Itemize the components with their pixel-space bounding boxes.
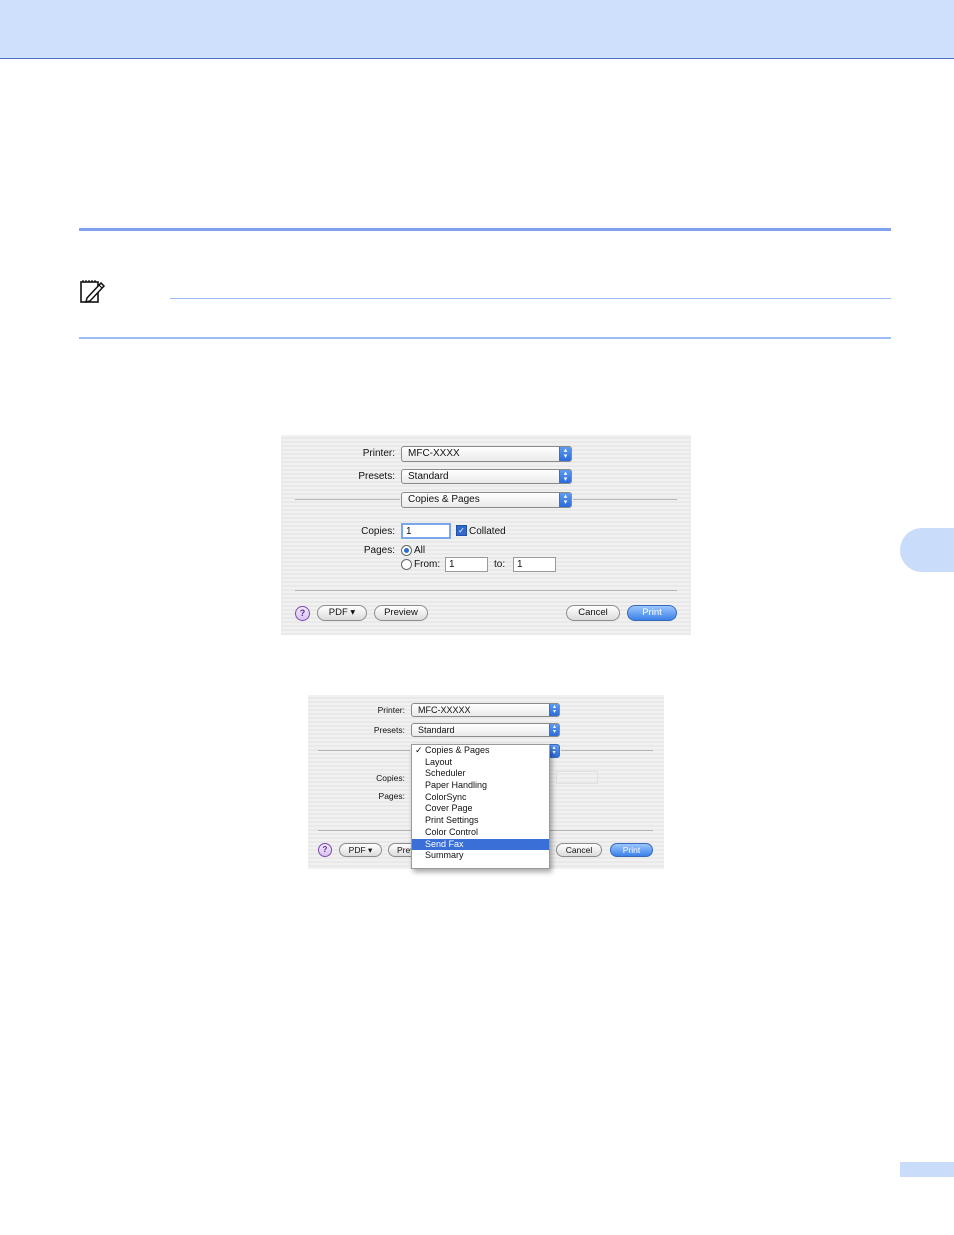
pages-all-radio[interactable]: [401, 545, 412, 556]
menu-item-color-control[interactable]: Color Control: [412, 827, 549, 839]
pane-separator-left: [318, 750, 410, 751]
checkmark-icon: ✓: [415, 745, 423, 755]
pdf-button[interactable]: PDF ▾: [339, 843, 382, 857]
printer-label: Printer:: [377, 705, 405, 715]
popup-arrows-icon: ▴ ▾: [559, 470, 571, 483]
presets-label: Presets:: [373, 725, 405, 735]
printer-popup[interactable]: MFC-XXXXX ▴ ▾: [411, 703, 560, 717]
printer-value: MFC-XXXX: [408, 448, 460, 459]
help-button[interactable]: ?: [295, 606, 310, 621]
note-pencil-icon: [80, 280, 106, 304]
cancel-button[interactable]: Cancel: [556, 843, 602, 857]
copies-label: Copies:: [361, 526, 395, 537]
print-button[interactable]: Print: [627, 605, 677, 621]
presets-label: Presets:: [358, 471, 395, 482]
help-button[interactable]: ?: [318, 843, 332, 857]
pages-all-label: All: [414, 545, 426, 556]
pages-to-field[interactable]: 1: [513, 557, 556, 572]
print-dialog-pane-menu: Printer: MFC-XXXXX ▴ ▾ Presets: Standard …: [308, 695, 664, 869]
collated-checkbox[interactable]: ✓: [456, 525, 467, 536]
note-rule: [170, 298, 891, 299]
menu-item-send-fax[interactable]: Send Fax: [412, 838, 549, 851]
popup-arrows-icon: ▴ ▾: [549, 704, 559, 716]
preview-button[interactable]: Preview: [374, 605, 428, 621]
menu-item-summary[interactable]: Summary: [412, 850, 549, 862]
page-header-band: [0, 0, 954, 59]
pages-from-field[interactable]: 1: [445, 557, 488, 572]
pages-from-radio[interactable]: [401, 559, 412, 570]
page-number-bar: [900, 1162, 954, 1177]
pane-menu: ✓ Copies & Pages Layout Scheduler Paper H…: [411, 744, 550, 869]
copies-label: Copies:: [376, 773, 405, 783]
cancel-button[interactable]: Cancel: [566, 605, 620, 621]
pane-separator-left: [295, 499, 400, 500]
note-end-rule: [79, 337, 891, 339]
menu-item-paper-handling[interactable]: Paper Handling: [412, 780, 549, 792]
menu-item-colorsync[interactable]: ColorSync: [412, 792, 549, 804]
menu-item-layout[interactable]: Layout: [412, 757, 549, 769]
menu-item-scheduler[interactable]: Scheduler: [412, 768, 549, 780]
pane-popup[interactable]: Copies & Pages ▴ ▾: [401, 492, 572, 508]
printer-popup[interactable]: MFC-XXXX ▴ ▾: [401, 446, 572, 462]
chapter-tab: [900, 528, 954, 572]
print-button[interactable]: Print: [610, 843, 653, 857]
faded-copies-field: [556, 771, 598, 784]
pane-separator-right: [561, 750, 653, 751]
collated-label: Collated: [469, 526, 506, 537]
presets-popup[interactable]: Standard ▴ ▾: [401, 469, 572, 484]
menu-item-print-settings[interactable]: Print Settings: [412, 815, 549, 827]
presets-popup[interactable]: Standard ▴ ▾: [411, 723, 560, 737]
pane-value: Copies & Pages: [408, 494, 480, 505]
popup-arrows-icon: ▴ ▾: [549, 724, 559, 736]
printer-value: MFC-XXXXX: [418, 705, 471, 715]
pages-label: Pages:: [378, 791, 405, 801]
pdf-button[interactable]: PDF ▾: [317, 605, 367, 621]
popup-arrows-icon: ▴ ▾: [559, 493, 571, 507]
print-dialog-copies-pages: Printer: MFC-XXXX ▴ ▾ Presets: Standard ▴…: [281, 435, 691, 635]
popup-arrows-icon: ▴ ▾: [559, 447, 571, 461]
presets-value: Standard: [408, 471, 449, 482]
printer-label: Printer:: [362, 448, 395, 459]
menu-item-cover-page[interactable]: Cover Page: [412, 803, 549, 815]
pane-separator-right: [573, 499, 677, 500]
pages-label: Pages:: [363, 545, 395, 556]
section-rule: [79, 228, 891, 231]
pages-to-label: to:: [494, 559, 506, 570]
presets-value: Standard: [418, 725, 455, 735]
menu-item-copies-pages[interactable]: ✓ Copies & Pages: [412, 745, 549, 757]
pages-from-label: From:: [414, 559, 441, 570]
bottom-separator: [295, 590, 677, 591]
copies-field[interactable]: 1: [401, 523, 451, 539]
